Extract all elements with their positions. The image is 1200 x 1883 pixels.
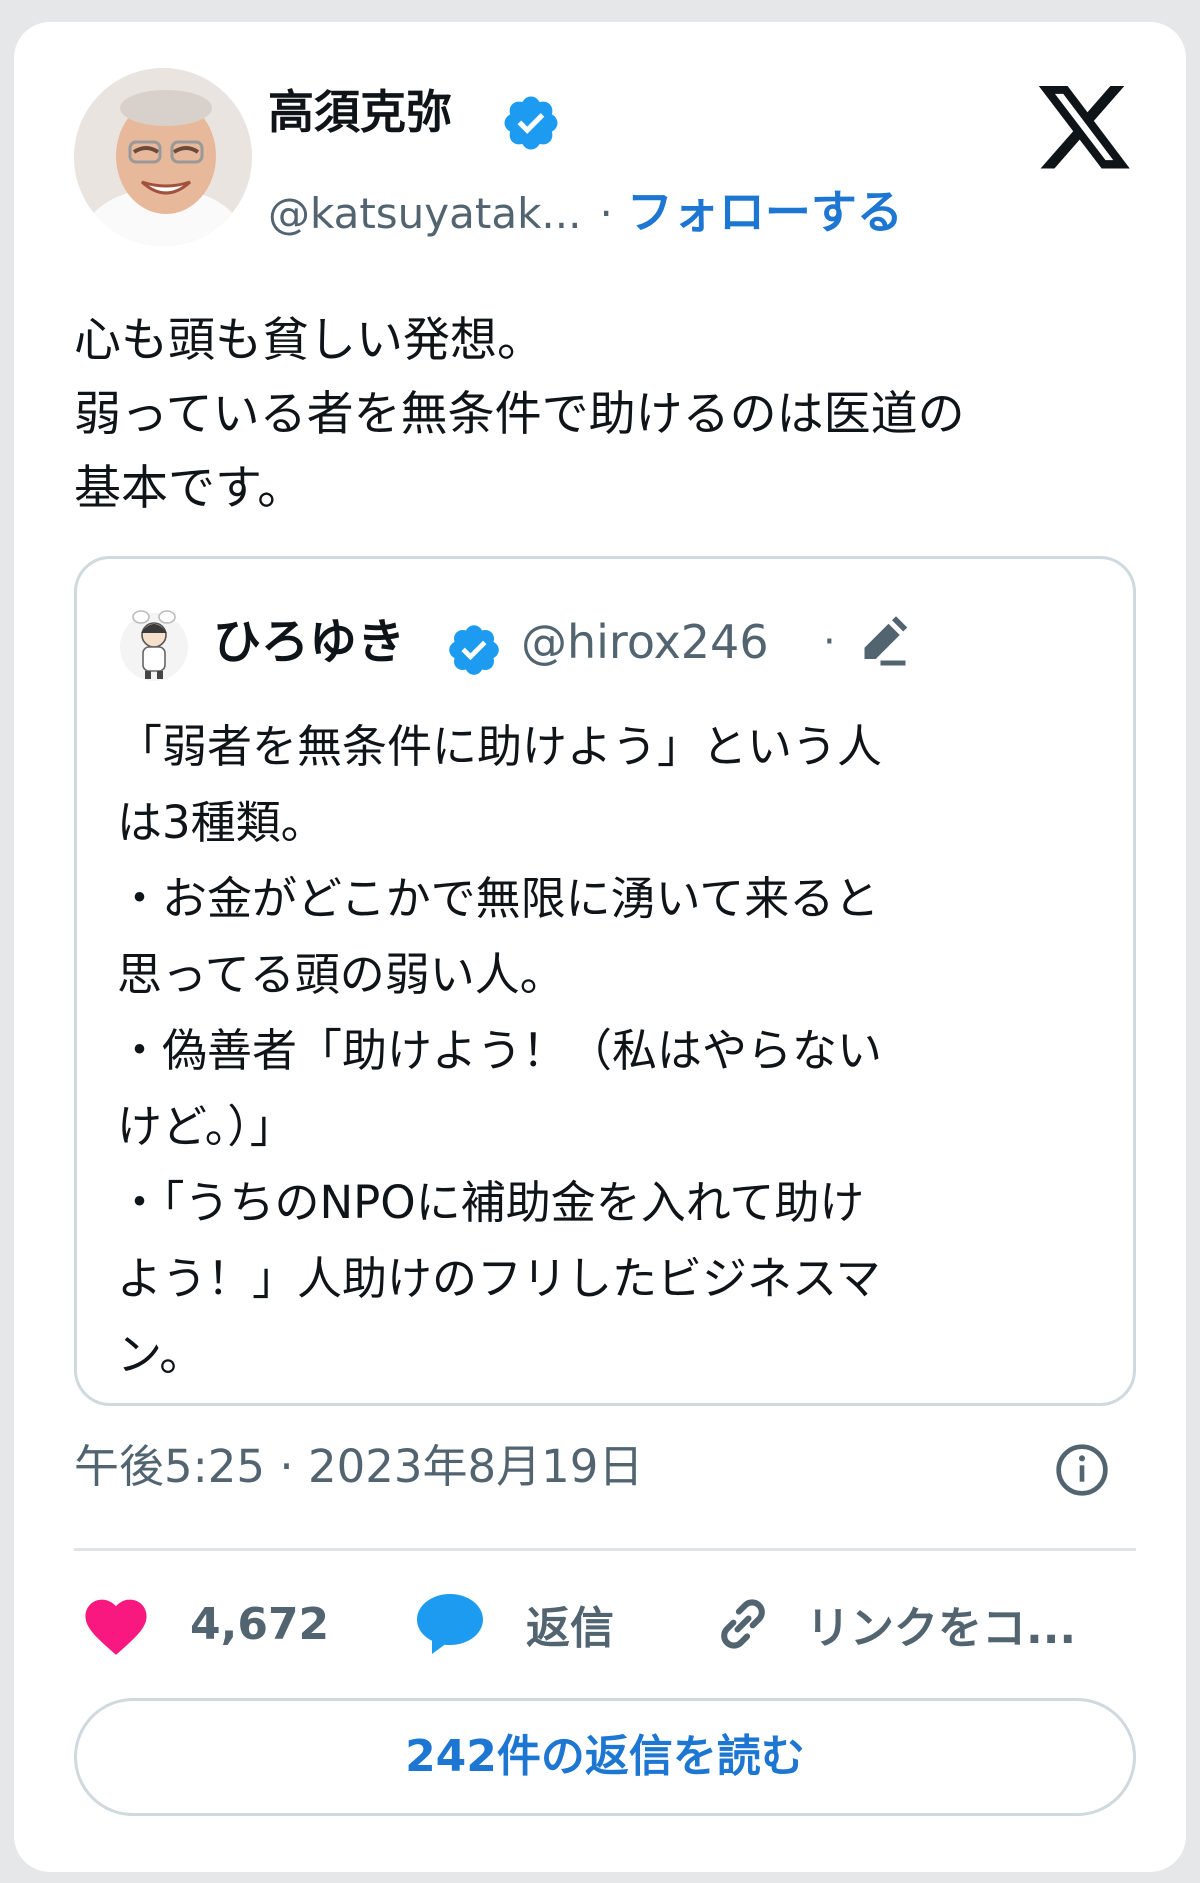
tweet-text-line: 弱っている者を無条件で助けるのは医道の <box>74 387 965 442</box>
copy-link-button[interactable]: リンクをコ... <box>710 1584 1076 1664</box>
quoted-text-line: けど。）」 <box>117 1100 295 1153</box>
quoted-text-line: ・「うちのNPOに補助金を入れて助け <box>117 1176 865 1229</box>
link-icon <box>721 1599 765 1649</box>
tweet-card: 高須克弥 @katsuyatak... · フォローする 心も頭も貧しい発想。 弱っ… <box>14 22 1186 1872</box>
avatar-image <box>74 68 252 246</box>
edited-pencil-icon <box>864 616 908 666</box>
quoted-tweet[interactable]: ひろゆき @hirox246 · 「弱者を無条件に助けよう」という人 は3種類。… <box>74 556 1136 1406</box>
quoted-text-line: 「弱者を無条件に助けよう」という人 <box>117 720 883 773</box>
tweet-text-line: 心も頭も貧しい発想。 <box>74 313 544 368</box>
quoted-text-line: ・偽善者「助けよう！（私はやらない <box>117 1024 883 1077</box>
author-avatar[interactable] <box>74 68 252 246</box>
tweet-text: 心も頭も貧しい発想。 弱っている者を無条件で助けるのは医道の 基本です。 <box>74 304 1134 526</box>
tweet-text-line: 基本です。 <box>74 461 305 516</box>
reply-button[interactable]: 返信 <box>414 1584 614 1664</box>
speech-bubble-icon <box>417 1594 483 1654</box>
author-handle[interactable]: @katsuyatak... <box>268 189 581 238</box>
quoted-text-line: は3種類。 <box>117 796 326 849</box>
read-replies-button[interactable]: 242件の返信を読む <box>74 1698 1136 1816</box>
separator-dot: · <box>599 189 613 238</box>
quoted-text-line: ン。 <box>117 1328 205 1381</box>
like-button[interactable]: 4,672 <box>80 1584 329 1664</box>
reply-label: 返信 <box>526 1603 614 1654</box>
tweet-timestamp[interactable]: 午後5:25 · 2023年8月19日 <box>74 1432 643 1502</box>
heart-icon <box>85 1599 147 1655</box>
copy-link-label: リンクをコ... <box>806 1603 1077 1654</box>
divider <box>74 1548 1136 1551</box>
info-icon[interactable] <box>1054 1442 1110 1498</box>
quoted-text-line: 思ってる頭の弱い人。 <box>117 948 565 1001</box>
verified-badge-icon <box>504 96 558 150</box>
quoted-author-avatar[interactable] <box>119 607 189 687</box>
quoted-text-line: よう！」人助けのフリしたビジネスマ <box>117 1252 881 1305</box>
quoted-author-name[interactable]: ひろゆき <box>213 607 405 677</box>
quoted-text-line: ・お金がどこかで無限に湧いて来ると <box>117 872 880 925</box>
separator-dot: · <box>823 619 836 665</box>
follow-button[interactable]: フォローする <box>627 185 903 239</box>
quoted-tweet-text: 「弱者を無条件に助けよう」という人 は3種類。 ・お金がどこかで無限に湧いて来る… <box>117 709 1117 1393</box>
verified-badge-icon <box>449 625 499 675</box>
quoted-author-handle[interactable]: @hirox246 <box>521 607 769 677</box>
author-name[interactable]: 高須克弥 <box>268 82 452 142</box>
handle-row: @katsuyatak... · フォローする <box>268 182 903 242</box>
like-count: 4,672 <box>190 1598 330 1650</box>
x-logo-icon[interactable] <box>1038 86 1134 172</box>
